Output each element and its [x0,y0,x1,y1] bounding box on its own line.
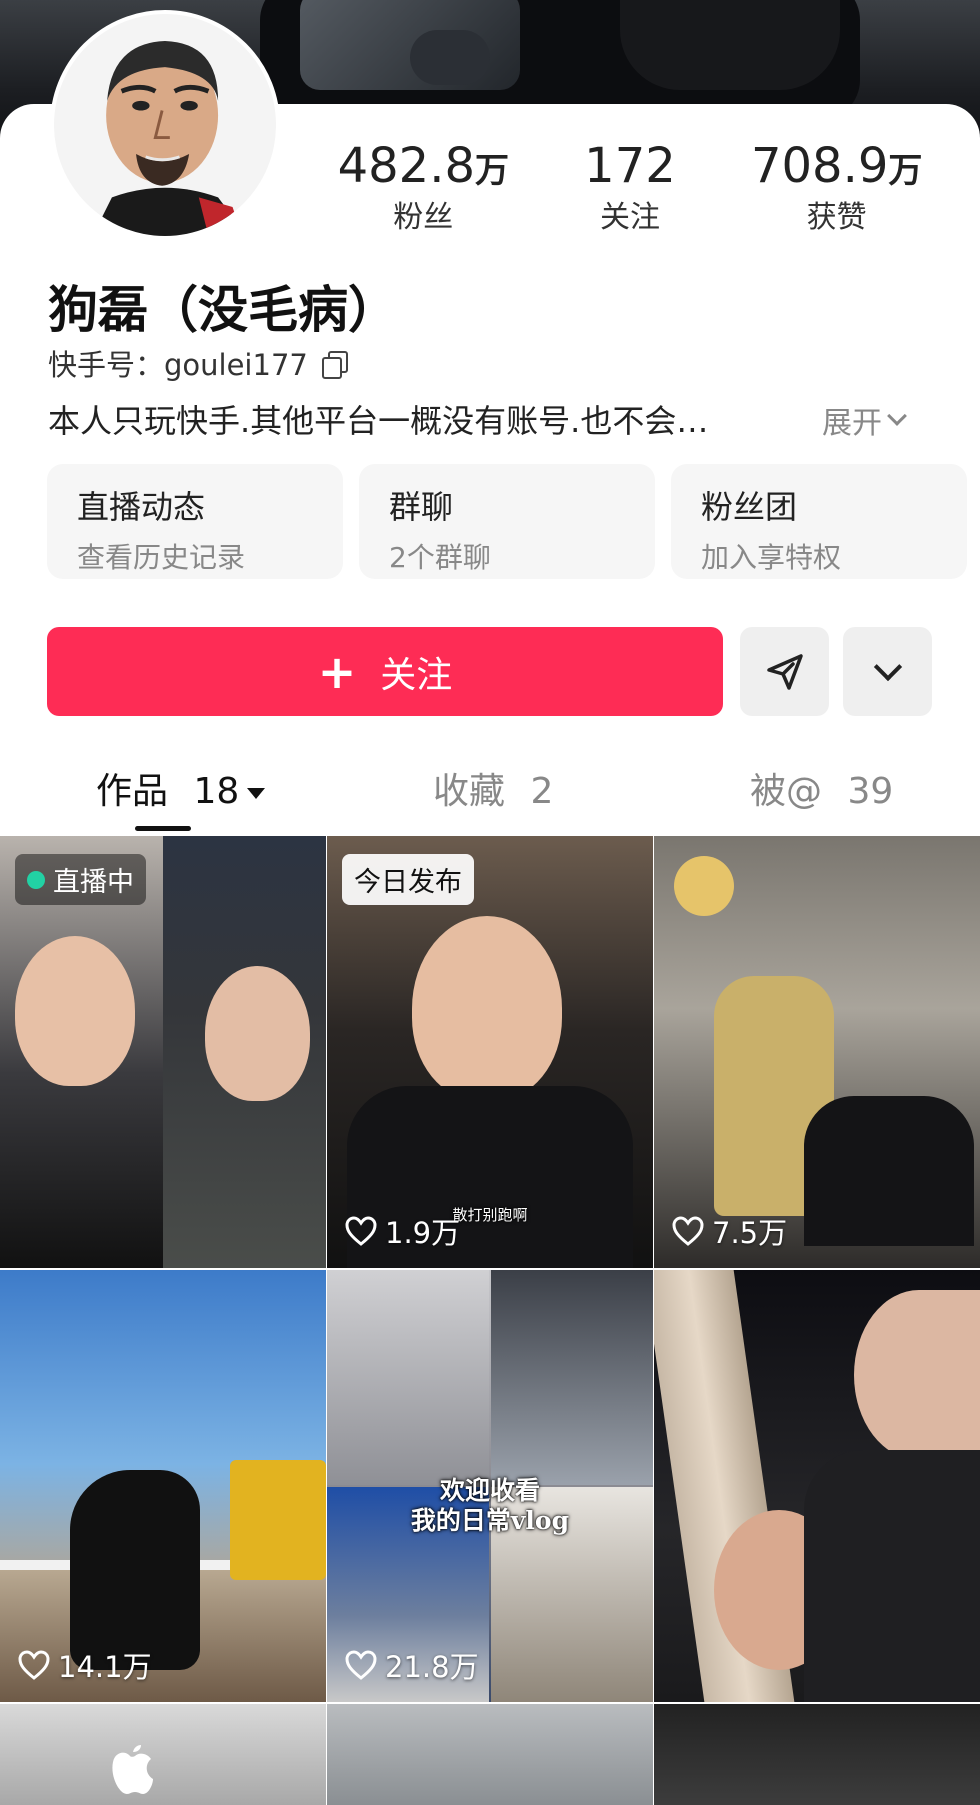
excavator-shape [230,1460,326,1580]
content-tabs: 作品 18 收藏 2 被@ 39 [0,762,980,822]
like-count-value: 14.1万 [58,1650,152,1684]
avatar-illustration [54,14,276,236]
card-fan-club[interactable]: 粉丝团 加入享特权 [671,464,967,579]
card-subtitle: 加入享特权 [701,541,842,574]
stat-followers-unit: 万 [475,151,509,191]
video-tile[interactable]: 14.1万 [0,1270,326,1702]
profile-stats: 482.8万 粉丝 172 关注 708.9万 获赞 [300,138,960,236]
profile-bio: 本人只玩快手.其他平台一概没有账号.也不会… [48,402,709,440]
jacket-shape [804,1450,980,1702]
tab-count: 2 [530,771,554,812]
video-tile[interactable]: 直播中 [0,836,326,1268]
tab-label: 被@ [750,771,823,812]
video-caption: 欢迎收看 我的日常vlog [410,1476,570,1535]
video-quadrant [327,1270,489,1485]
stat-likes[interactable]: 708.9万 获赞 [751,138,922,236]
banner-person [620,0,840,90]
stat-likes-unit: 万 [888,151,923,191]
stat-following-label: 关注 [599,200,660,235]
heart-icon [345,1216,377,1246]
card-group-chat[interactable]: 群聊 2个群聊 [359,464,655,579]
tab-works[interactable]: 作品 18 [96,762,266,814]
face-shape [15,936,135,1086]
heart-icon [345,1650,377,1680]
heart-icon [18,1650,50,1680]
card-live-history[interactable]: 直播动态 查看历史记录 [47,464,343,579]
video-tile[interactable] [654,1704,980,1805]
follow-label: 关注 [380,654,453,696]
video-tile[interactable] [0,1704,326,1805]
tab-count: 18 [193,771,240,812]
apple-logo-icon [112,1745,153,1794]
person-shape [804,1096,974,1246]
live-dot-icon [27,870,45,889]
avatar[interactable] [50,10,280,240]
card-title: 直播动态 [77,488,206,526]
stat-followers[interactable]: 482.8万 粉丝 [338,138,509,236]
copy-icon[interactable] [321,351,348,379]
like-count-value: 7.5万 [712,1216,788,1250]
more-button[interactable] [843,627,932,716]
active-tab-indicator [135,826,191,831]
card-subtitle: 查看历史记录 [77,541,246,574]
plus-icon: + [317,644,357,699]
heart-icon [672,1216,704,1246]
video-tile[interactable] [327,1704,653,1805]
face-shape [854,1290,980,1460]
card-title: 粉丝团 [701,488,798,526]
stat-following[interactable]: 172 关注 [584,138,676,236]
video-grid: 直播中 今日发布 散打别跑啊 1.9万 7.5万 14.1万 欢迎收看 我的日常… [0,836,980,1805]
share-button[interactable] [740,627,829,716]
face-shape [205,966,310,1101]
video-tile[interactable] [654,1270,980,1702]
video-tile[interactable]: 7.5万 [654,836,980,1268]
chevron-down-icon [873,652,902,681]
stat-followers-value: 482.8 [337,138,475,194]
tab-favorites[interactable]: 收藏 2 [433,762,553,814]
horse-shape [70,1470,200,1670]
today-badge: 今日发布 [342,854,474,905]
expand-label: 展开 [822,406,882,441]
like-count: 14.1万 [18,1644,152,1686]
stat-likes-label: 获赞 [806,200,867,235]
kuaishou-id-row[interactable]: 快手号：goulei177 [48,342,348,384]
face-shape [412,916,562,1101]
video-tile[interactable]: 欢迎收看 我的日常vlog 21.8万 [327,1270,653,1702]
card-title: 群聊 [389,488,454,526]
video-tile[interactable]: 今日发布 散打别跑啊 1.9万 [327,836,653,1268]
follow-button[interactable]: + 关注 [47,627,723,716]
profile-name: 狗磊（没毛病） [48,281,398,339]
video-quadrant [491,1270,653,1485]
tab-count: 39 [847,771,894,812]
chevron-down-icon [887,406,907,426]
stat-following-value: 172 [584,138,676,194]
caret-down-icon [247,787,266,799]
kuaishou-id: 快手号：goulei177 [48,348,308,382]
like-count: 1.9万 [345,1210,460,1252]
banner-car-mirror [410,30,490,85]
like-count: 7.5万 [672,1210,787,1252]
paper-plane-icon [766,653,803,690]
expand-bio-button[interactable]: 展开 [822,398,907,442]
tab-label: 作品 [96,771,169,812]
moon-shape [674,856,734,916]
like-count: 21.8万 [345,1644,479,1686]
like-count-value: 21.8万 [385,1650,479,1684]
tab-label: 收藏 [433,771,506,812]
stat-likes-value: 708.9 [750,138,889,194]
tab-mentioned[interactable]: 被@ 39 [750,762,893,814]
badge-label: 直播中 [53,867,134,898]
live-badge: 直播中 [15,854,146,905]
like-count-value: 1.9万 [385,1216,461,1250]
feature-cards: 直播动态 查看历史记录 群聊 2个群聊 粉丝团 加入享特权 [47,464,967,579]
card-subtitle: 2个群聊 [389,541,491,574]
badge-label: 今日发布 [354,867,462,898]
stat-followers-label: 粉丝 [393,200,454,235]
